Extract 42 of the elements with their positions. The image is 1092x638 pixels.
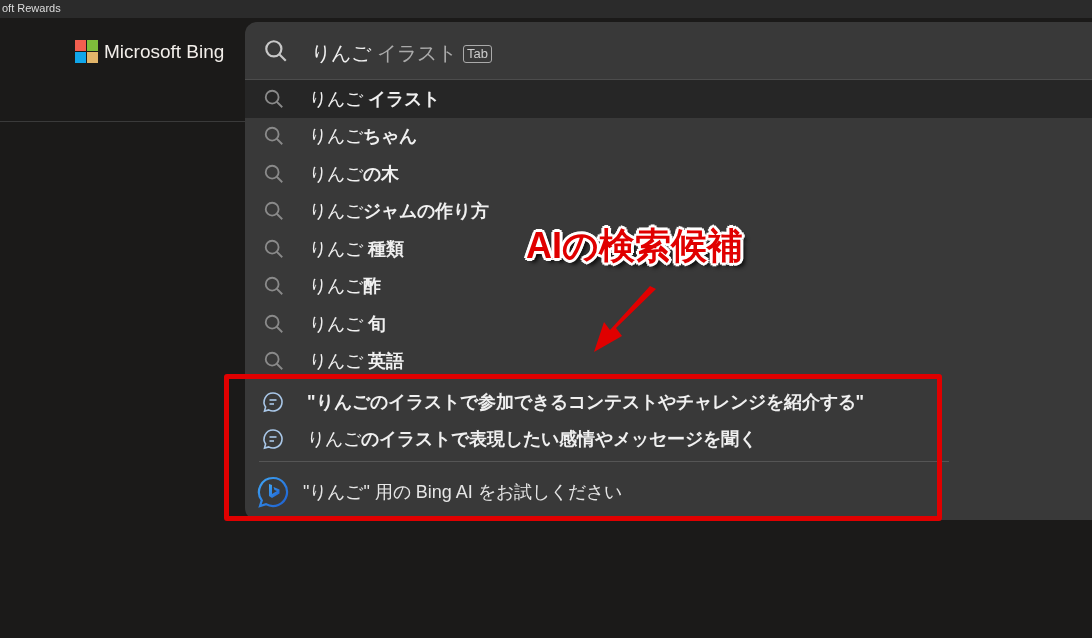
suggestion-text: りんご 種類 — [309, 237, 404, 261]
search-icon — [263, 312, 285, 335]
ai-suggestion-item[interactable]: "りんごのイラストで参加できるコンテストやチャレンジを紹介する" — [245, 383, 1092, 420]
suggestion-text: りんご酢 — [309, 275, 381, 299]
search-icon — [263, 200, 285, 223]
window-title: oft Rewards — [2, 1, 61, 16]
chat-bubble-icon — [261, 426, 285, 451]
suggestion-item[interactable]: りんごの木 — [245, 155, 413, 193]
annotation-label: AIの検索候補 — [526, 224, 743, 268]
suggestion-item[interactable]: りんご酢 — [245, 267, 395, 305]
suggestion-text: りんご イラスト — [309, 87, 440, 111]
search-icon — [263, 275, 285, 298]
suggestion-item[interactable]: りんご 旬 — [245, 305, 400, 343]
search-icon — [263, 125, 285, 148]
bing-chat-icon — [257, 476, 289, 508]
suggestion-item[interactable]: りんご 種類 — [245, 230, 418, 268]
suggestion-text: りんご 旬 — [309, 312, 386, 336]
query-text: りんご — [311, 41, 371, 66]
ai-suggestion-text: りんごのイラストで表現したい感情やメッセージを聞く — [307, 427, 757, 451]
suggestion-item[interactable]: りんご 英語 — [245, 342, 418, 380]
search-icon — [263, 237, 285, 260]
suggestion-item[interactable]: りんご イラスト — [245, 80, 1092, 118]
chat-bubble-icon — [261, 389, 285, 414]
search-icon — [263, 162, 285, 185]
logo-icon — [75, 40, 98, 63]
ai-suggestion-item[interactable]: りんごのイラストで表現したい感情やメッセージを聞く — [245, 420, 1092, 457]
tab-key-hint: Tab — [463, 44, 492, 63]
logo-text[interactable]: Microsoft Bing — [104, 40, 225, 63]
search-icon — [263, 350, 285, 373]
suggestion-item[interactable]: りんごちゃん — [245, 117, 431, 155]
search-icon — [263, 87, 285, 110]
suggestion-text: りんごちゃん — [309, 125, 417, 149]
suggestion-text: りんごの木 — [309, 162, 399, 186]
search-field[interactable]: りんご イラスト Tab — [311, 40, 492, 67]
try-bing-ai-text: "りんご" 用の Bing AI をお試しください — [303, 481, 622, 504]
autocomplete-text: イラスト — [377, 41, 457, 66]
suggestion-item[interactable]: りんごジャムの作り方 — [245, 192, 503, 230]
try-bing-ai-item[interactable]: "りんご" 用の Bing AI をお試しください — [245, 462, 1092, 522]
search-icon — [263, 37, 289, 64]
suggestion-text: りんごジャムの作り方 — [309, 200, 489, 224]
ai-suggestion-text: "りんごのイラストで参加できるコンテストやチャレンジを紹介する" — [307, 390, 865, 414]
suggestion-text: りんご 英語 — [309, 350, 404, 374]
